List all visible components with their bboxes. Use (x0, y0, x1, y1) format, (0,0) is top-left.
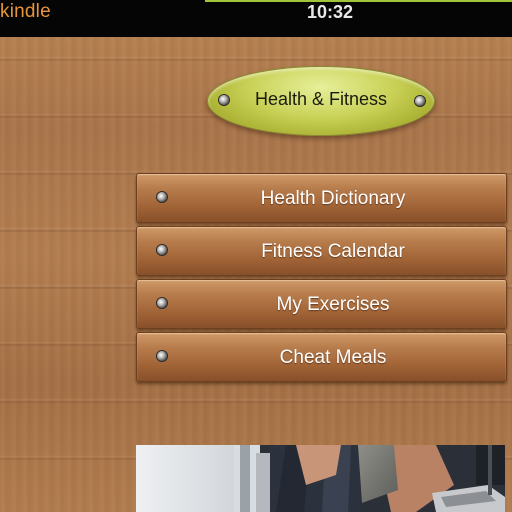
workout-photo-graphic (136, 445, 505, 512)
my-exercises-button[interactable]: My Exercises (136, 279, 507, 329)
menu-button-label: Health Dictionary (260, 188, 406, 209)
menu-button-label: Fitness Calendar (261, 241, 405, 262)
fitness-workout-photo (136, 445, 505, 512)
status-clock: 10:32 (306, 2, 354, 22)
category-title: Health & Fitness (254, 89, 388, 109)
screw-icon (415, 96, 425, 106)
health-dictionary-button[interactable]: Health Dictionary (136, 173, 507, 223)
category-title-pill: Health & Fitness (207, 66, 435, 136)
fitness-calendar-button[interactable]: Fitness Calendar (136, 226, 507, 276)
cheat-meals-button[interactable]: Cheat Meals (136, 332, 507, 382)
menu-button-label: My Exercises (276, 294, 390, 315)
status-bar: kindle 10:32 (0, 0, 512, 37)
menu-button-label: Cheat Meals (279, 347, 387, 368)
